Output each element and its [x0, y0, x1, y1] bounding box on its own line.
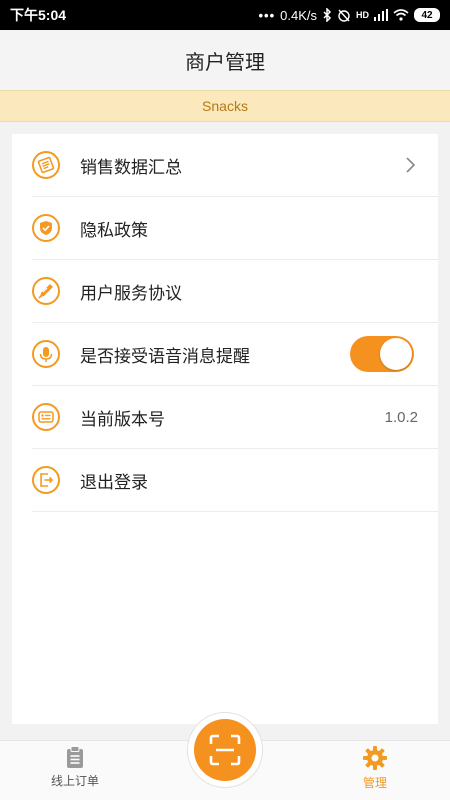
bluetooth-icon — [323, 8, 332, 22]
shield-check-icon — [32, 214, 60, 242]
network-type-icon: HD — [356, 10, 369, 20]
pen-icon — [32, 277, 60, 305]
chevron-right-icon — [406, 157, 416, 173]
status-icons: ••• 0.4K/s HD 42 — [258, 8, 440, 23]
scan-button[interactable] — [187, 712, 263, 788]
tab-label: 管理 — [362, 776, 387, 790]
store-name-banner: Snacks — [0, 90, 450, 122]
settings-menu: 销售数据汇总 隐私政策 用户服务协议 是否接受语音消息提醒 当前版本号 1.0.… — [12, 134, 438, 724]
voice-reminder-toggle[interactable] — [350, 336, 414, 372]
menu-item-label: 退出登录 — [80, 472, 148, 493]
network-speed: 0.4K/s — [280, 7, 317, 23]
scan-icon — [209, 734, 241, 766]
gear-icon — [363, 746, 387, 770]
menu-item-sales-summary[interactable]: 销售数据汇总 — [32, 134, 438, 197]
tab-label: 线上订单 — [50, 774, 99, 788]
status-bar: 下午5:04 ••• 0.4K/s HD 42 — [0, 0, 450, 30]
version-value: 1.0.2 — [384, 408, 418, 426]
wifi-icon — [393, 9, 409, 21]
more-dots-icon: ••• — [258, 7, 276, 23]
toggle-knob — [380, 338, 412, 370]
menu-item-label: 当前版本号 — [80, 409, 165, 430]
logout-icon — [32, 466, 60, 494]
clipboard-icon — [67, 746, 83, 768]
menu-item-logout[interactable]: 退出登录 — [32, 449, 438, 512]
battery-icon: 42 — [414, 8, 440, 22]
menu-item-label: 是否接受语音消息提醒 — [80, 346, 250, 367]
page-title: 商户管理 — [185, 49, 265, 74]
title-bar: 商户管理 — [0, 30, 450, 90]
tab-manage[interactable]: 管理 — [335, 745, 415, 791]
menu-item-label: 隐私政策 — [80, 220, 148, 241]
alarm-off-icon — [338, 9, 350, 22]
signal-icon — [374, 9, 388, 21]
menu-item-version: 当前版本号 1.0.2 — [32, 386, 438, 449]
menu-item-privacy-policy[interactable]: 隐私政策 — [32, 197, 438, 260]
scan-button-inner — [194, 719, 256, 781]
menu-item-label: 用户服务协议 — [80, 283, 182, 304]
version-icon — [32, 403, 60, 431]
status-time: 下午5:04 — [10, 7, 67, 23]
microphone-icon — [32, 340, 60, 368]
report-icon — [32, 151, 60, 179]
menu-item-voice-reminder: 是否接受语音消息提醒 — [32, 323, 438, 386]
menu-item-label: 销售数据汇总 — [80, 157, 182, 178]
store-name: Snacks — [202, 98, 248, 114]
tab-online-orders[interactable]: 线上订单 — [35, 745, 115, 789]
menu-item-user-agreement[interactable]: 用户服务协议 — [32, 260, 438, 323]
